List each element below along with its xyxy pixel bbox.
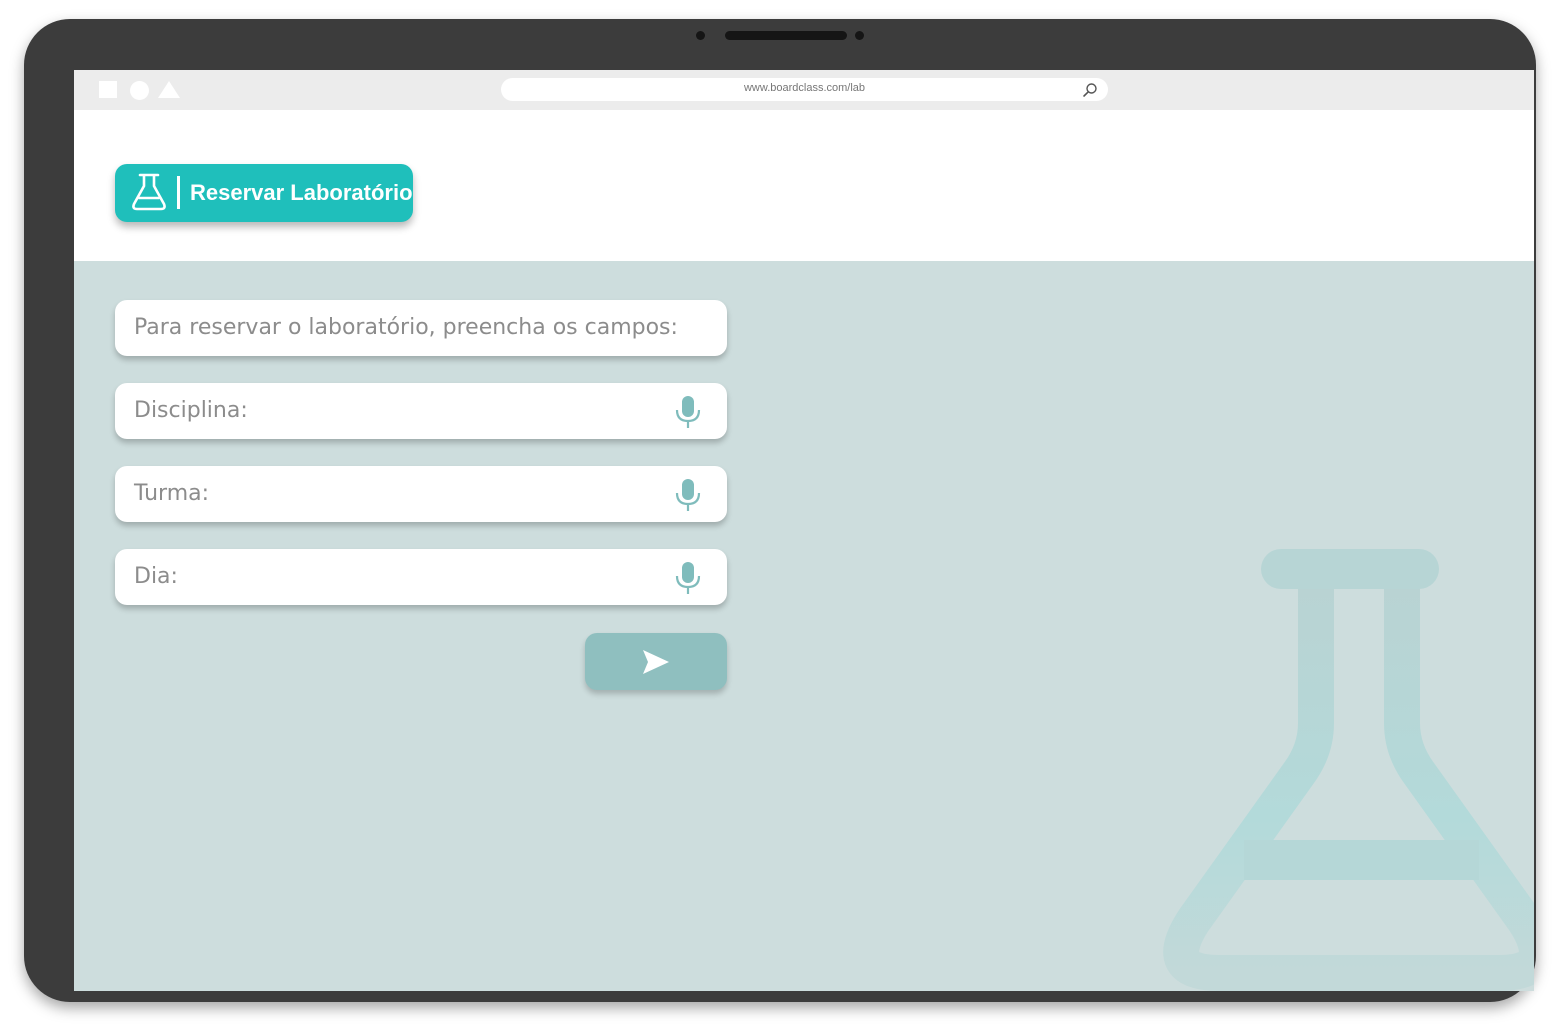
reserve-lab-label: Reservar Laboratório [190, 180, 413, 205]
send-button[interactable] [585, 633, 727, 690]
microphone-icon[interactable] [675, 395, 701, 429]
browser-bar: www.boardclass.com/lab [74, 70, 1534, 110]
page-header: Reservar Laboratório [74, 110, 1534, 261]
turma-label: Turma: [134, 481, 210, 506]
triangle-icon[interactable] [158, 81, 180, 98]
sensor-dot [855, 31, 864, 40]
screen: www.boardclass.com/lab Reservar Laborató… [74, 70, 1534, 991]
send-icon [643, 650, 669, 674]
microphone-icon[interactable] [675, 478, 701, 512]
square-icon[interactable] [99, 81, 117, 98]
background-flask-icon [1163, 549, 1534, 991]
dia-field[interactable]: Dia: [115, 549, 727, 605]
microphone-icon[interactable] [675, 561, 701, 595]
reserve-lab-button[interactable]: Reservar Laboratório [115, 164, 413, 222]
turma-field[interactable]: Turma: [115, 466, 727, 522]
search-icon[interactable] [1082, 82, 1098, 98]
url-text: www.boardclass.com/lab [743, 82, 866, 94]
tablet-frame: www.boardclass.com/lab Reservar Laborató… [24, 19, 1536, 1002]
circle-icon[interactable] [130, 81, 149, 100]
button-divider [177, 176, 180, 209]
disciplina-label: Disciplina: [134, 398, 248, 423]
camera-dot [696, 31, 705, 40]
dia-label: Dia: [134, 564, 178, 589]
instruction-card: Para reservar o laboratório, preencha os… [115, 300, 727, 356]
flask-icon [132, 173, 166, 211]
disciplina-field[interactable]: Disciplina: [115, 383, 727, 439]
speaker-grille [725, 31, 847, 40]
address-bar[interactable]: www.boardclass.com/lab [501, 78, 1108, 101]
instruction-text: Para reservar o laboratório, preencha os… [134, 315, 678, 340]
